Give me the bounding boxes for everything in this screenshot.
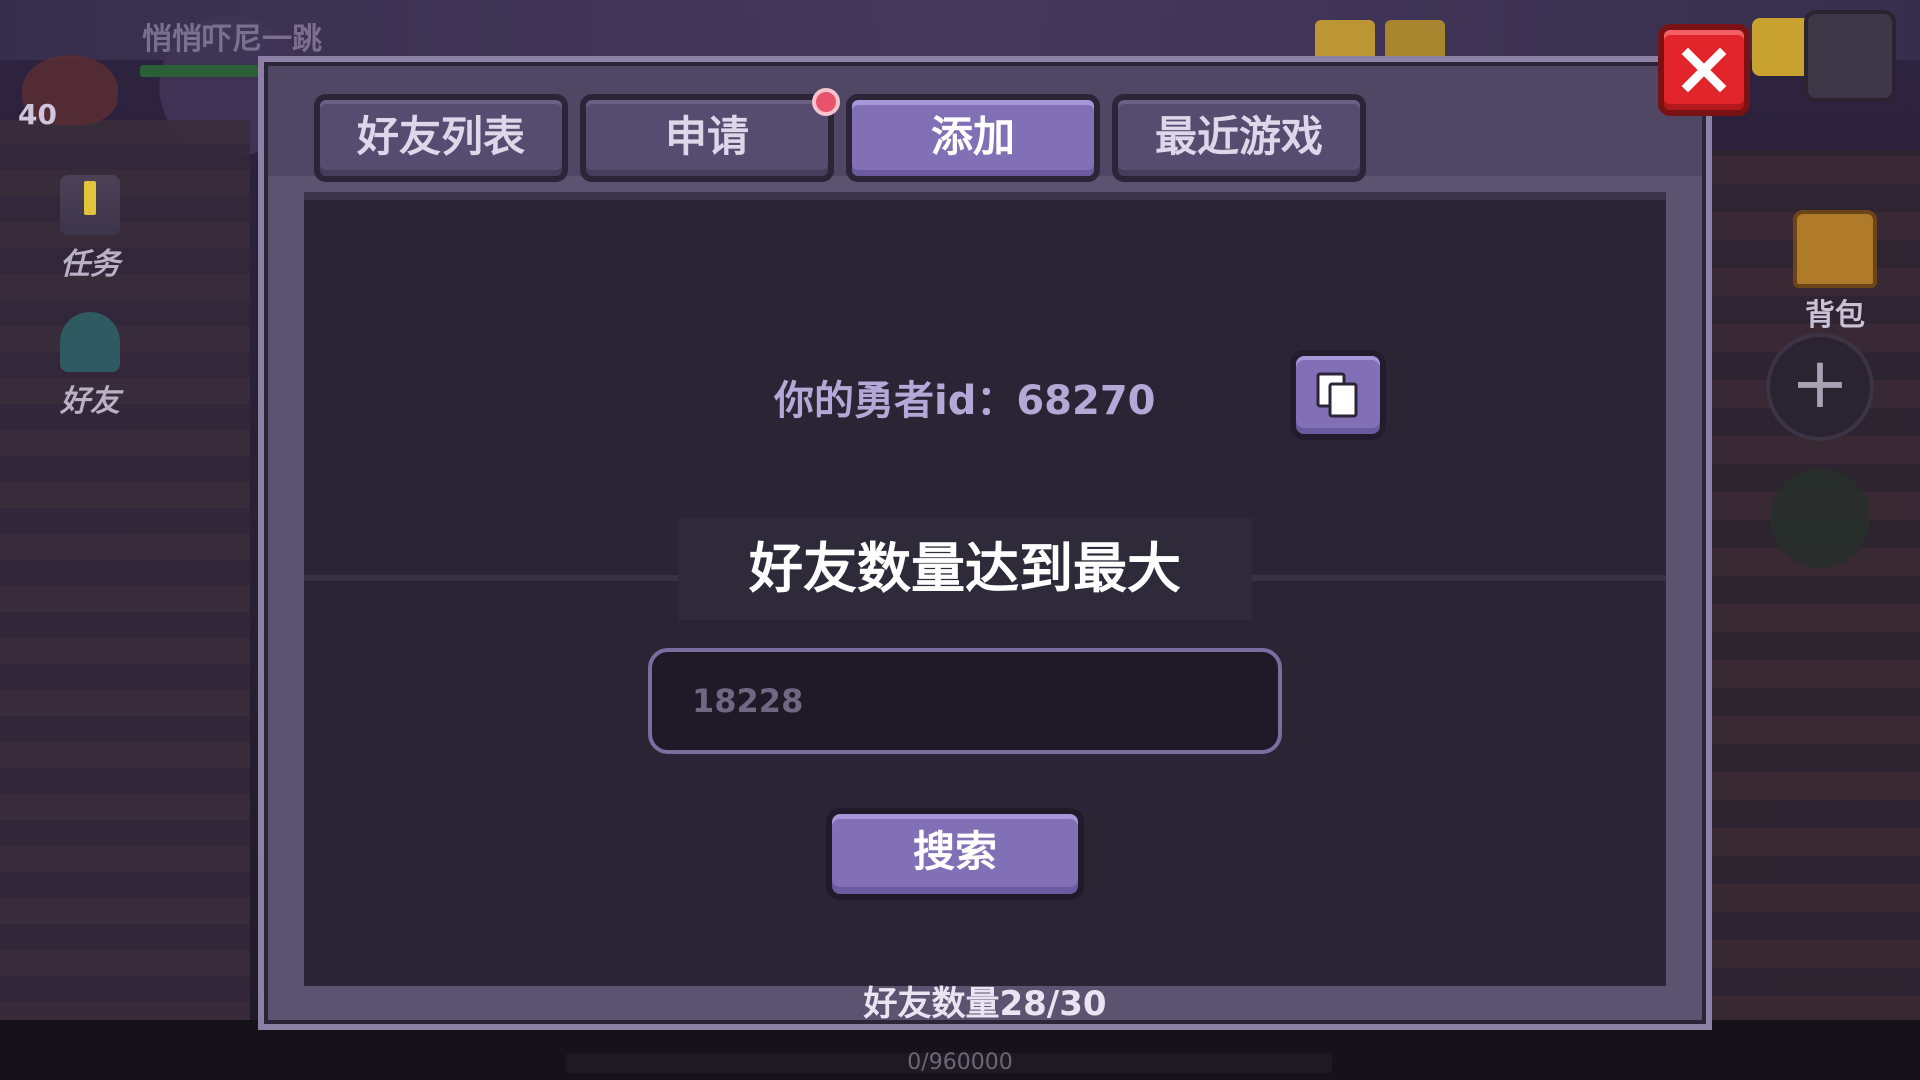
hero-id-row: 你的勇者id：68270 bbox=[304, 350, 1666, 440]
hero-id-label: 你的勇者id：68270 bbox=[774, 378, 1156, 424]
tasks-icon bbox=[60, 175, 120, 235]
settings-gear-icon[interactable] bbox=[1804, 10, 1896, 102]
gem-add-icon[interactable] bbox=[1752, 18, 1810, 76]
tab-recent-games-label: 最近游戏 bbox=[1154, 112, 1323, 161]
friends-button[interactable]: 好友 bbox=[45, 312, 135, 420]
player-name: 悄悄吓尼一跳 bbox=[142, 22, 322, 57]
close-dialog-button[interactable] bbox=[1658, 24, 1750, 116]
bag-label: 背包 bbox=[1805, 298, 1865, 333]
friends-dialog: 好友列表 申请 添加 最近游戏 你的勇者id：68270 好友数量达到最大 18… bbox=[258, 56, 1712, 1030]
notification-dot-icon bbox=[812, 88, 840, 116]
tasks-button[interactable]: 任务 bbox=[45, 175, 135, 283]
tab-friend-list[interactable]: 好友列表 bbox=[314, 94, 568, 182]
tab-add[interactable]: 添加 bbox=[846, 94, 1100, 182]
copy-id-button[interactable] bbox=[1290, 350, 1386, 440]
search-button-label: 搜索 bbox=[912, 827, 997, 876]
add-friend-panel: 你的勇者id：68270 好友数量达到最大 搜索 bbox=[304, 192, 1666, 986]
bag-button[interactable]: 背包 bbox=[1790, 210, 1880, 334]
max-friends-toast: 好友数量达到最大 bbox=[678, 518, 1252, 620]
tasks-label: 任务 bbox=[60, 247, 120, 282]
tab-requests-label: 申请 bbox=[664, 112, 749, 161]
friends-tabs: 好友列表 申请 添加 最近游戏 bbox=[314, 88, 1366, 182]
friends-icon bbox=[60, 312, 120, 372]
copy-icon bbox=[1316, 372, 1358, 418]
backpack-icon bbox=[1793, 210, 1877, 288]
close-icon bbox=[1681, 47, 1727, 93]
tab-friend-list-label: 好友列表 bbox=[356, 112, 525, 161]
player-level: 40 bbox=[18, 98, 57, 131]
experience-text: 0/960000 bbox=[907, 1050, 1013, 1075]
friends-label: 好友 bbox=[60, 384, 120, 419]
tab-add-label: 添加 bbox=[930, 112, 1015, 161]
add-skill-plus-icon[interactable]: + bbox=[1766, 333, 1874, 441]
player-hp-bar bbox=[140, 65, 260, 77]
skill-slot-icon[interactable] bbox=[1770, 468, 1870, 568]
tab-recent-games[interactable]: 最近游戏 bbox=[1112, 94, 1366, 182]
friend-id-search-input[interactable] bbox=[648, 648, 1282, 754]
tab-requests[interactable]: 申请 bbox=[580, 88, 840, 182]
friend-count-text: 好友数量28/30 bbox=[863, 984, 1107, 1024]
search-button[interactable]: 搜索 bbox=[826, 808, 1084, 900]
